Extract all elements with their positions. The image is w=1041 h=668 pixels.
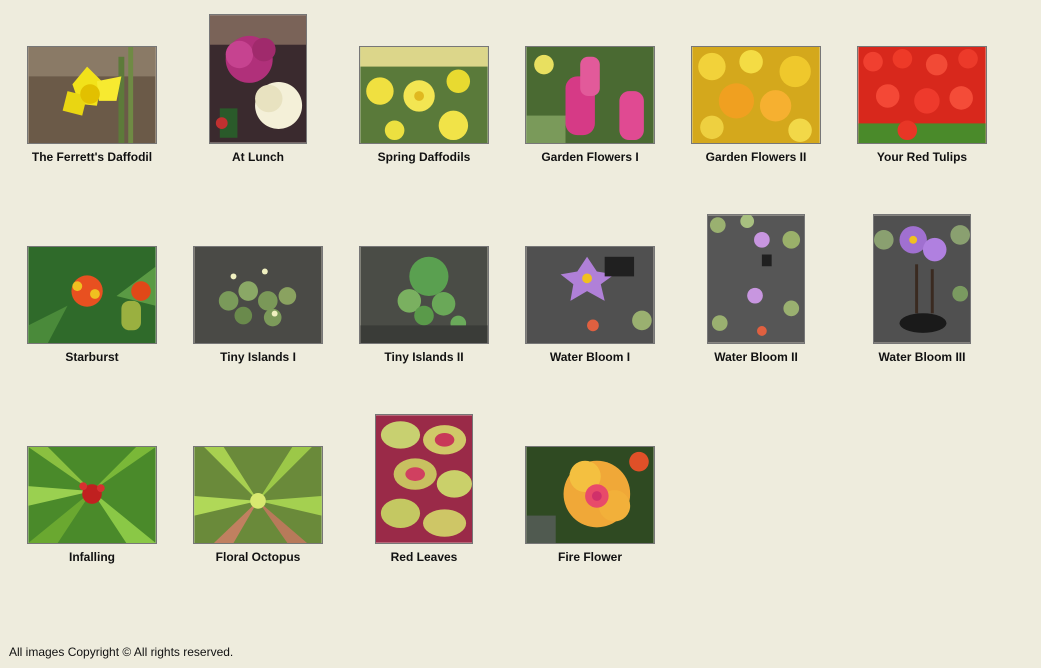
gallery-item: Water Bloom I (508, 200, 674, 400)
thumbnail-link[interactable] (27, 246, 157, 344)
gallery-item: Fire Flower (508, 400, 674, 600)
thumbnail-caption[interactable]: Fire Flower (508, 550, 672, 564)
gallery-item: At Lunch (176, 0, 342, 200)
thumbnail-link[interactable] (359, 46, 489, 144)
thumbnail-image (526, 447, 654, 543)
thumbnail-image (360, 247, 488, 343)
thumbnail-caption[interactable]: Water Bloom III (840, 350, 1004, 364)
gallery-item: Garden Flowers I (508, 0, 674, 200)
thumbnail-image (28, 447, 156, 543)
gallery-item: Infalling (10, 400, 176, 600)
thumbnail-link[interactable] (375, 414, 473, 544)
thumbnail-link[interactable] (707, 214, 805, 344)
thumbnail-link[interactable] (193, 446, 323, 544)
thumbnail-caption[interactable]: Water Bloom I (508, 350, 672, 364)
gallery-item: Starburst (10, 200, 176, 400)
thumbnail-image (526, 47, 654, 143)
thumbnail-link[interactable] (525, 46, 655, 144)
thumbnail-caption[interactable]: Your Red Tulips (840, 150, 1004, 164)
thumbnail-caption[interactable]: Floral Octopus (176, 550, 340, 564)
thumbnail-link[interactable] (525, 446, 655, 544)
thumbnail-link[interactable] (193, 246, 323, 344)
thumbnail-link[interactable] (525, 246, 655, 344)
gallery-item: Your Red Tulips (840, 0, 1006, 200)
gallery-item: Water Bloom III (840, 200, 1006, 400)
gallery-item: Red Leaves (342, 400, 508, 600)
thumbnail-link[interactable] (691, 46, 821, 144)
thumbnail-caption[interactable]: Tiny Islands II (342, 350, 506, 364)
gallery-item: Tiny Islands II (342, 200, 508, 400)
thumbnail-image (858, 47, 986, 143)
gallery-item: Spring Daffodils (342, 0, 508, 200)
thumbnail-image (376, 415, 472, 543)
thumbnail-caption[interactable]: Garden Flowers I (508, 150, 672, 164)
thumbnail-link[interactable] (209, 14, 307, 144)
thumbnail-caption[interactable]: Garden Flowers II (674, 150, 838, 164)
thumbnail-image (210, 15, 306, 143)
thumbnail-image (692, 47, 820, 143)
thumbnail-caption[interactable]: Water Bloom II (674, 350, 838, 364)
thumbnail-link[interactable] (873, 214, 971, 344)
thumbnail-link[interactable] (359, 246, 489, 344)
thumbnail-image (708, 215, 804, 343)
thumbnail-link[interactable] (27, 446, 157, 544)
thumbnail-image (360, 47, 488, 143)
copyright-footer: All images Copyright © All rights reserv… (9, 645, 234, 659)
gallery-item: Tiny Islands I (176, 200, 342, 400)
thumbnail-image (194, 447, 322, 543)
thumbnail-image (28, 247, 156, 343)
thumbnail-link[interactable] (27, 46, 157, 144)
thumbnail-image (194, 247, 322, 343)
thumbnail-image (526, 247, 654, 343)
thumbnail-link[interactable] (857, 46, 987, 144)
gallery-item: Garden Flowers II (674, 0, 840, 200)
thumbnail-image (28, 47, 156, 143)
thumbnail-image (874, 215, 970, 343)
gallery-item: Water Bloom II (674, 200, 840, 400)
thumbnail-caption[interactable]: Tiny Islands I (176, 350, 340, 364)
thumbnail-caption[interactable]: Infalling (10, 550, 174, 564)
thumbnail-caption[interactable]: Spring Daffodils (342, 150, 506, 164)
thumbnail-caption[interactable]: At Lunch (176, 150, 340, 164)
thumbnail-caption[interactable]: Red Leaves (342, 550, 506, 564)
gallery-item: The Ferrett's Daffodil (10, 0, 176, 200)
gallery-item: Floral Octopus (176, 400, 342, 600)
thumbnail-caption[interactable]: Starburst (10, 350, 174, 364)
thumbnail-caption[interactable]: The Ferrett's Daffodil (10, 150, 174, 164)
